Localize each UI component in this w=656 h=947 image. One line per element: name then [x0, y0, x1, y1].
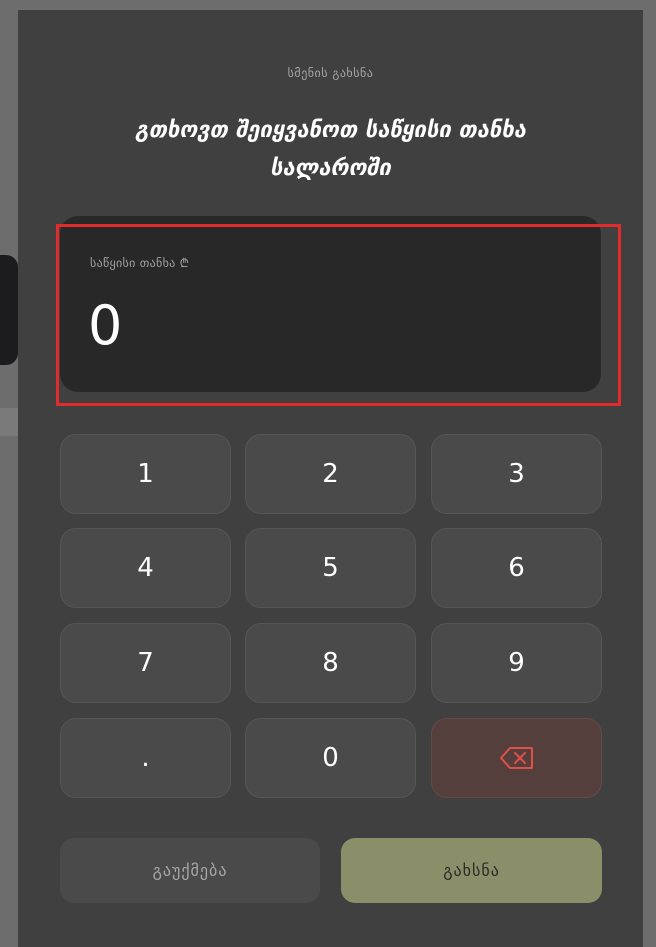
- key-3[interactable]: 3: [431, 434, 602, 514]
- key-0[interactable]: 0: [245, 718, 416, 798]
- key-8[interactable]: 8: [245, 623, 416, 703]
- background-logo-fragment: [0, 255, 18, 365]
- dialog-title: გთხოვთ შეიყვანოთ საწყისი თანხა სალაროში: [135, 118, 526, 181]
- open-shift-button[interactable]: გახსნა: [341, 838, 602, 903]
- amount-highlight-frame: [56, 224, 621, 406]
- dialog-subtitle: სმენის გახსნა: [287, 66, 374, 80]
- key-9[interactable]: 9: [431, 623, 602, 703]
- key-4[interactable]: 4: [60, 528, 231, 608]
- key-2[interactable]: 2: [245, 434, 416, 514]
- key-5[interactable]: 5: [245, 528, 416, 608]
- key-7[interactable]: 7: [60, 623, 231, 703]
- key-1[interactable]: 1: [60, 434, 231, 514]
- backspace-button[interactable]: [431, 718, 602, 798]
- shift-open-dialog: სმენის გახსნა გთხოვთ შეიყვანოთ საწყისი თ…: [18, 10, 643, 947]
- background-strip: [0, 408, 18, 436]
- key-6[interactable]: 6: [431, 528, 602, 608]
- cancel-button[interactable]: გაუქმება: [60, 838, 320, 903]
- backspace-icon: [499, 747, 533, 769]
- key-decimal[interactable]: .: [60, 718, 231, 798]
